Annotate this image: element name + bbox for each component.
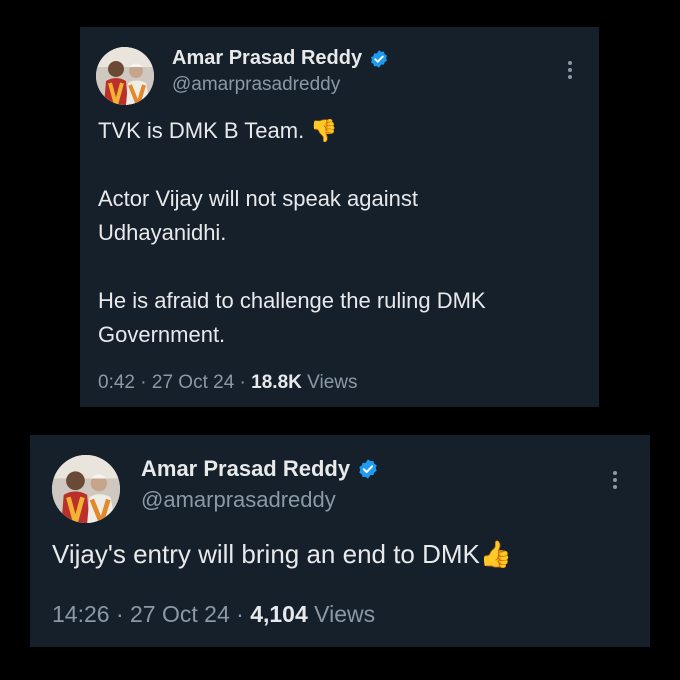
tweet-meta: 0:42 · 27 Oct 24 · 18.8K Views	[98, 372, 357, 394]
author-name[interactable]: Amar Prasad Reddy	[141, 456, 350, 482]
views-label: Views	[314, 601, 376, 627]
author-handle[interactable]: @amarprasadreddy	[141, 487, 336, 513]
separator-dot: ·	[236, 601, 251, 627]
tweet-date[interactable]: 27 Oct 24	[130, 601, 230, 627]
tweet-text-line: He is afraid to challenge the ruling DMK	[98, 288, 486, 313]
more-options-icon[interactable]	[567, 61, 573, 82]
tweet-text-line: Actor Vijay will not speak against	[98, 186, 418, 211]
separator-dot: ·	[239, 372, 252, 393]
avatar[interactable]	[96, 47, 154, 105]
views-count: 18.8K	[251, 372, 302, 393]
tweet-time[interactable]: 14:26	[52, 601, 110, 627]
tweet-text-line: Udhayanidhi.	[98, 220, 227, 245]
more-options-icon[interactable]	[612, 471, 618, 492]
tweet-date[interactable]: 27 Oct 24	[152, 372, 234, 393]
avatar[interactable]	[52, 455, 120, 523]
verified-badge-icon	[371, 49, 387, 68]
separator-dot: ·	[140, 372, 152, 393]
author-row: Amar Prasad Reddy	[141, 456, 379, 482]
author-row: Amar Prasad Reddy	[172, 47, 389, 70]
tweet-text-line: Vijay's entry will bring an end to DMK👍	[52, 539, 513, 569]
views-label: Views	[307, 372, 358, 393]
tweet-meta: 14:26 · 27 Oct 24 · 4,104 Views	[52, 601, 375, 628]
tweet-time[interactable]: 0:42	[98, 372, 135, 393]
tweet-text-line: TVK is DMK B Team. 👎	[98, 118, 338, 143]
verified-badge-icon	[359, 459, 377, 479]
tweet-text-line: Government.	[98, 322, 226, 347]
author-name[interactable]: Amar Prasad Reddy	[172, 47, 362, 70]
views-count: 4,104	[250, 601, 308, 627]
separator-dot: ·	[115, 601, 131, 627]
author-handle[interactable]: @amarprasadreddy	[172, 74, 340, 96]
